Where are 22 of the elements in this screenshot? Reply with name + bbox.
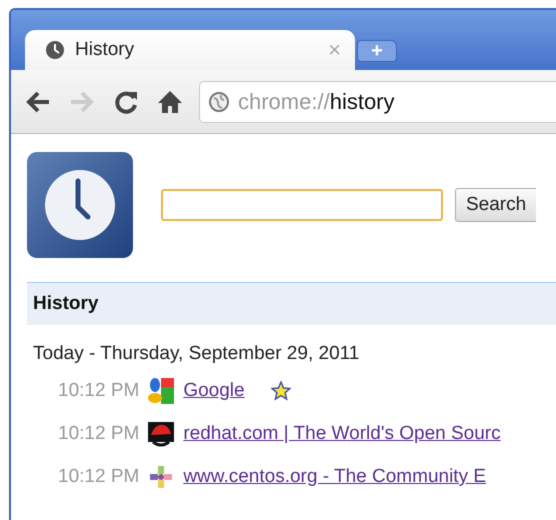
tab-title: History [75,39,136,61]
globe-icon [208,90,230,112]
clock-icon [45,40,65,60]
favicon-icon [147,377,176,405]
favicon-icon [147,420,176,448]
reload-button[interactable] [113,88,139,114]
address-bar[interactable]: chrome://history [199,80,556,122]
history-link[interactable]: redhat.com | The World's Open Sourc [183,423,501,445]
browser-tab[interactable]: History × [25,30,355,70]
visit-time: 10:12 PM [58,380,140,402]
history-link[interactable]: Google [183,380,245,402]
star-icon[interactable] [270,381,291,401]
home-button[interactable] [157,88,183,114]
day-heading: Today - Thursday, September 29, 2011 [33,343,360,365]
search-field[interactable] [161,189,443,221]
url-text: chrome://history [238,88,394,114]
visit-time: 10:12 PM [58,423,140,445]
section-title: History [27,282,556,325]
history-link[interactable]: www.centos.org - The Community E [183,466,486,488]
visit-time: 10:12 PM [58,466,140,488]
back-button[interactable] [25,90,51,114]
search-button[interactable]: Search [455,188,536,222]
